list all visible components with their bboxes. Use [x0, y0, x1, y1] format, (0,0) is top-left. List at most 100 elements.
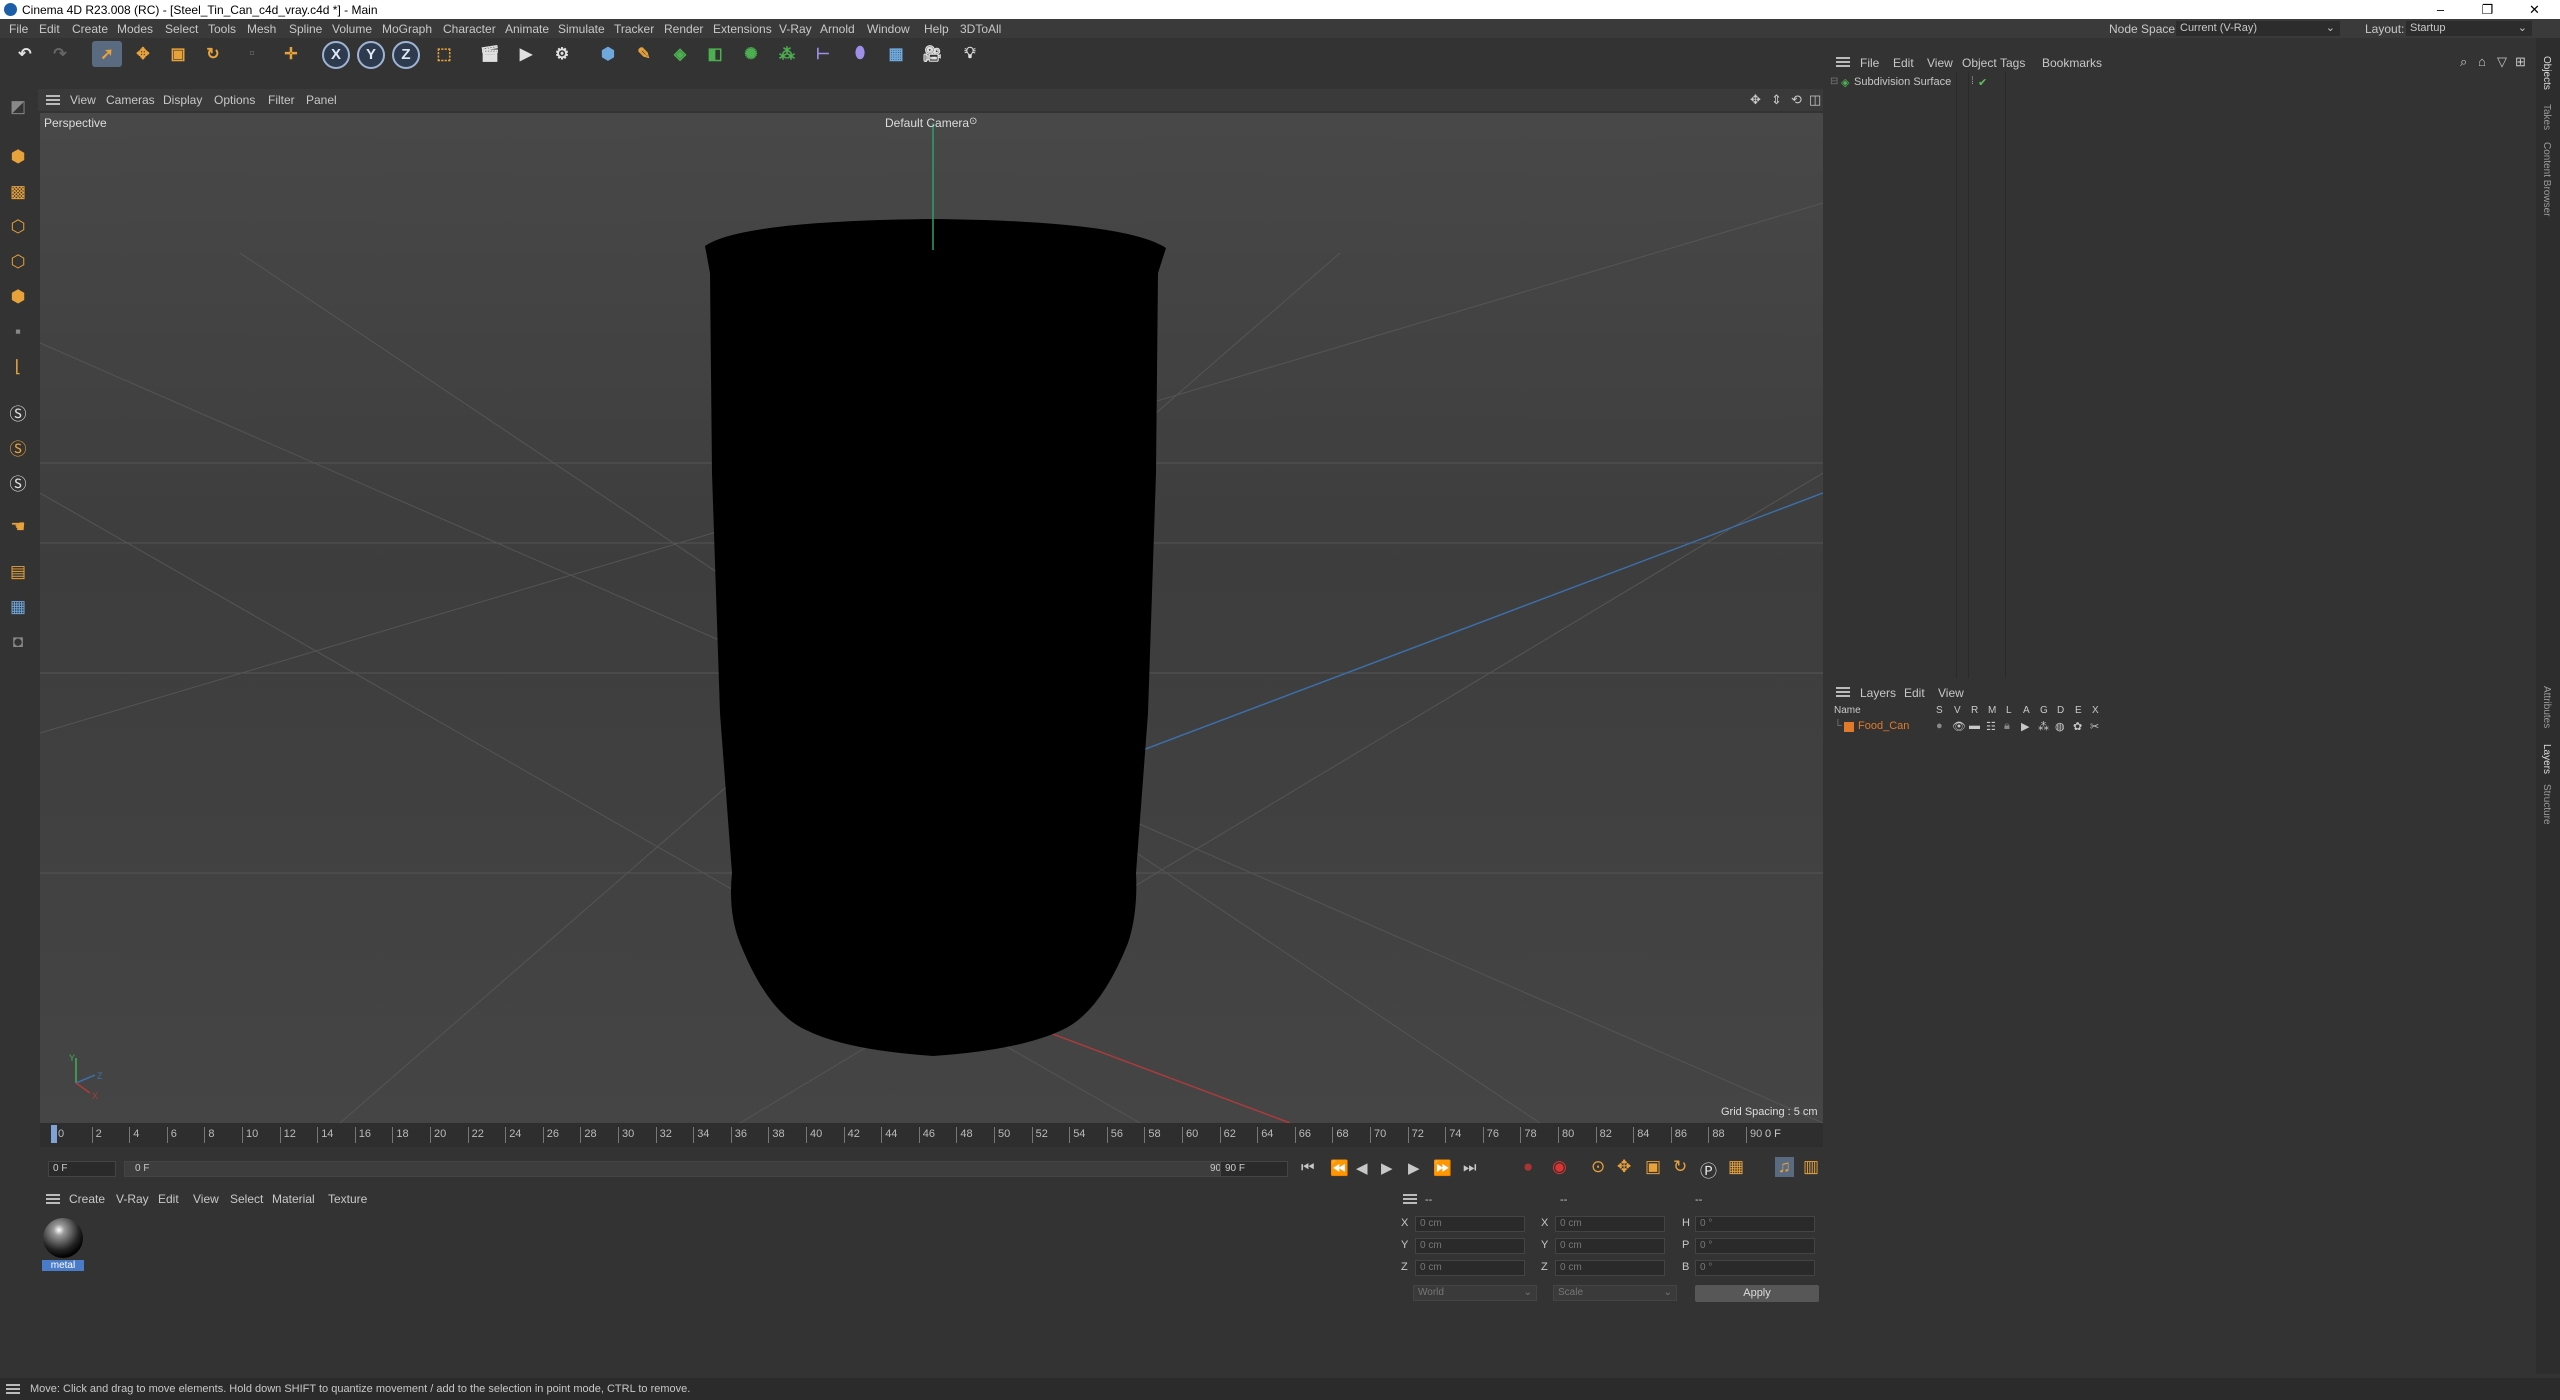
- size-x-field[interactable]: 0 cm: [1555, 1216, 1665, 1232]
- light-icon[interactable]: 💡︎: [955, 41, 985, 67]
- frame-range-slider[interactable]: 0 F 90 F: [124, 1161, 1239, 1177]
- polygons-mode-icon[interactable]: ⬢: [3, 282, 33, 312]
- playhead[interactable]: [51, 1125, 57, 1143]
- 3d-viewport[interactable]: Perspective Default Camera ⊙ Grid Spacin…: [40, 113, 1823, 1123]
- tweak-mode-icon[interactable]: ☚: [3, 512, 33, 542]
- points-mode-icon[interactable]: ⬡: [3, 212, 33, 242]
- layer-row[interactable]: └ Food_Can ● 👁︎ ▬ ☷ 🔒︎ ▶ ⁂ ◍ ✿ ✂: [1828, 720, 2534, 734]
- view-eye-icon[interactable]: 👁︎: [1952, 720, 1966, 733]
- record-keys-icon[interactable]: ●: [1523, 1157, 1533, 1177]
- move-tool-icon[interactable]: ✥: [128, 41, 158, 67]
- mat-menu-texture[interactable]: Texture: [328, 1192, 367, 1206]
- position-key-icon[interactable]: ✥: [1617, 1157, 1631, 1177]
- menu-window[interactable]: Window: [867, 22, 910, 36]
- undo-button[interactable]: ↶: [10, 41, 40, 67]
- mat-menu-view[interactable]: View: [193, 1192, 219, 1206]
- layer-color-swatch[interactable]: [1844, 722, 1854, 732]
- snap-settings-icon[interactable]: Ⓢ: [3, 432, 33, 462]
- menu-extensions[interactable]: Extensions: [713, 22, 772, 36]
- mat-menu-edit[interactable]: Edit: [158, 1192, 179, 1206]
- mat-menu-create[interactable]: Create: [69, 1192, 105, 1206]
- menu-vray[interactable]: V-Ray: [779, 22, 812, 36]
- redo-button[interactable]: ↷: [45, 41, 75, 67]
- menu-icon[interactable]: [1836, 687, 1850, 697]
- mat-menu-vray[interactable]: V-Ray: [116, 1192, 149, 1206]
- expand-icon[interactable]: ⊟: [1830, 76, 1838, 87]
- mat-menu-select[interactable]: Select: [230, 1192, 263, 1206]
- z-axis-lock-icon[interactable]: Z: [392, 41, 420, 69]
- tab-structure[interactable]: Structure: [2541, 784, 2552, 825]
- menu-mograph[interactable]: MoGraph: [382, 22, 432, 36]
- prev-key-icon[interactable]: ⏪: [1330, 1159, 1349, 1177]
- play-icon[interactable]: ▶: [1381, 1159, 1393, 1177]
- layer-menu-layers[interactable]: Layers: [1860, 686, 1896, 700]
- cube-object-icon[interactable]: ⬢: [593, 41, 623, 67]
- node-space-dropdown[interactable]: Current (V-Ray) ⌄: [2176, 21, 2340, 36]
- obj-menu-tags[interactable]: Tags: [2000, 56, 2025, 70]
- manager-icon[interactable]: ☷: [1986, 720, 1996, 733]
- menu-animate[interactable]: Animate: [505, 22, 549, 36]
- select-tool-icon[interactable]: ➚: [92, 41, 122, 67]
- menu-simulate[interactable]: Simulate: [558, 22, 605, 36]
- tab-attributes[interactable]: Attributes: [2541, 686, 2552, 728]
- menu-tracker[interactable]: Tracker: [614, 22, 654, 36]
- menu-volume[interactable]: Volume: [332, 22, 372, 36]
- maximize-button[interactable]: ❐: [2465, 0, 2510, 19]
- motion-system-icon[interactable]: ♫: [1775, 1157, 1794, 1177]
- autokey-icon[interactable]: ◉: [1552, 1157, 1567, 1177]
- rot-p-field[interactable]: 0 °: [1695, 1238, 1815, 1254]
- mograph-icon[interactable]: ⁂: [772, 41, 802, 67]
- vp-menu-view[interactable]: View: [70, 93, 96, 107]
- camera-icon[interactable]: 🎥︎: [917, 41, 947, 67]
- animation-icon[interactable]: ▶: [2021, 720, 2029, 733]
- coordinate-system-icon[interactable]: ⬚: [429, 41, 459, 67]
- next-frame-icon[interactable]: ▶: [1408, 1159, 1420, 1177]
- new-window-icon[interactable]: ⊞: [2515, 54, 2526, 70]
- keyframe-selection-icon[interactable]: ⊙: [1591, 1157, 1605, 1177]
- menu-spline[interactable]: Spline: [289, 22, 322, 36]
- model-mode-icon[interactable]: ⬢: [3, 142, 33, 172]
- rot-h-field[interactable]: 0 °: [1695, 1216, 1815, 1232]
- axis-mode-icon[interactable]: ⌊: [3, 352, 33, 382]
- vp-menu-cameras[interactable]: Cameras: [106, 93, 155, 107]
- menu-modes[interactable]: Modes: [117, 22, 153, 36]
- rotate-tool-icon[interactable]: ↻: [198, 41, 228, 67]
- menu-tools[interactable]: Tools: [208, 22, 236, 36]
- deformer-icon[interactable]: ⊢: [808, 41, 838, 67]
- menu-icon[interactable]: [1836, 57, 1850, 67]
- coord-mode-dropdown[interactable]: Scale ⌄: [1553, 1285, 1677, 1301]
- menu-icon[interactable]: [46, 95, 60, 105]
- menu-mesh[interactable]: Mesh: [247, 22, 276, 36]
- pos-y-field[interactable]: 0 cm: [1415, 1238, 1525, 1254]
- rot-b-field[interactable]: 0 °: [1695, 1260, 1815, 1276]
- camera-label[interactable]: Default Camera: [885, 116, 969, 130]
- menu-create[interactable]: Create: [72, 22, 108, 36]
- timeline-ruler[interactable]: 0 2 4 6 8 10 12 14 16 18 20 22 24 26 28 30 32 34 36 38 40 42 4…: [40, 1123, 1823, 1147]
- render-region-icon[interactable]: 🎬︎: [475, 41, 505, 67]
- mat-menu-material[interactable]: Material: [272, 1192, 315, 1206]
- minimize-button[interactable]: –: [2418, 0, 2463, 19]
- start-frame-field[interactable]: 0 F: [48, 1161, 116, 1177]
- extrude-generator-icon[interactable]: ◧: [700, 41, 730, 67]
- filter-icon[interactable]: ▽: [2497, 54, 2507, 70]
- pos-z-field[interactable]: 0 cm: [1415, 1260, 1525, 1276]
- xref-icon[interactable]: ✂: [2090, 720, 2099, 733]
- goto-end-icon[interactable]: ⏭: [1463, 1159, 1477, 1176]
- menu-edit[interactable]: Edit: [39, 22, 60, 36]
- render-view-icon[interactable]: ▶: [511, 41, 541, 67]
- menu-character[interactable]: Character: [443, 22, 496, 36]
- menu-icon[interactable]: [6, 1384, 20, 1394]
- camera-target-icon[interactable]: ⊙: [969, 116, 977, 127]
- solo-dot-icon[interactable]: ●: [1936, 720, 1943, 732]
- locked-workplane-icon[interactable]: ▦: [3, 592, 33, 622]
- menu-file[interactable]: File: [9, 22, 28, 36]
- pla-key-icon[interactable]: ▦: [1728, 1157, 1744, 1177]
- menu-icon[interactable]: [1403, 1194, 1417, 1204]
- material-swatch[interactable]: metal: [42, 1217, 84, 1272]
- make-editable-icon[interactable]: ◩: [3, 92, 33, 122]
- home-icon[interactable]: ⌂: [2478, 54, 2486, 69]
- y-axis-lock-icon[interactable]: Y: [357, 41, 385, 69]
- vp-menu-display[interactable]: Display: [163, 93, 202, 107]
- solo-icon[interactable]: ◘: [3, 627, 33, 657]
- obj-menu-object[interactable]: Object: [1962, 56, 1997, 70]
